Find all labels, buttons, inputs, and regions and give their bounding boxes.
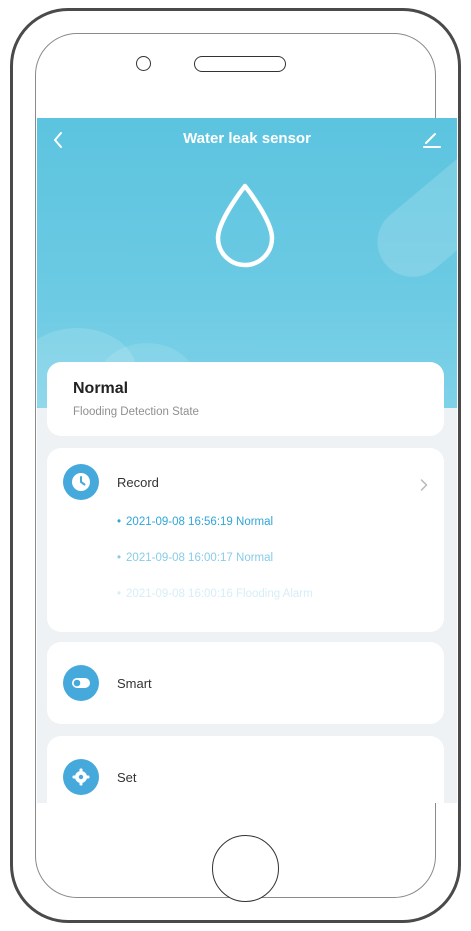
settings-label: Set bbox=[117, 770, 137, 785]
record-card[interactable]: Record 2021-09-08 16:56:19 Normal 2021-0… bbox=[47, 448, 444, 632]
chevron-right-icon bbox=[420, 478, 428, 495]
smart-card[interactable]: Smart bbox=[47, 642, 444, 724]
record-entry: 2021-09-08 16:56:19 Normal bbox=[117, 516, 273, 528]
page-title: Water leak sensor bbox=[183, 130, 311, 147]
record-entry: 2021-09-08 16:00:16 Flooding Alarm bbox=[117, 588, 313, 600]
water-drop-icon bbox=[215, 183, 275, 268]
toggle-icon bbox=[72, 678, 90, 688]
settings-card[interactable]: Set bbox=[47, 736, 444, 803]
app-screen: Water leak sensor Normal Flooding Detect… bbox=[37, 118, 457, 803]
nav-bar: Water leak sensor bbox=[37, 118, 457, 162]
record-label: Record bbox=[117, 475, 159, 490]
status-label: Flooding Detection State bbox=[73, 406, 199, 418]
record-entry: 2021-09-08 16:00:17 Normal bbox=[117, 552, 273, 564]
front-camera bbox=[136, 56, 151, 71]
status-card: Normal Flooding Detection State bbox=[47, 362, 444, 436]
edit-button[interactable] bbox=[421, 128, 443, 150]
smart-icon-badge bbox=[63, 665, 99, 701]
pencil-icon bbox=[423, 133, 441, 148]
record-icon-badge bbox=[63, 464, 99, 500]
settings-icon-badge bbox=[63, 759, 99, 795]
home-button[interactable] bbox=[212, 835, 279, 902]
smart-label: Smart bbox=[117, 676, 152, 691]
status-value: Normal bbox=[73, 380, 129, 397]
clock-icon bbox=[72, 473, 90, 491]
gear-icon bbox=[72, 768, 90, 786]
earpiece-speaker bbox=[194, 56, 286, 72]
